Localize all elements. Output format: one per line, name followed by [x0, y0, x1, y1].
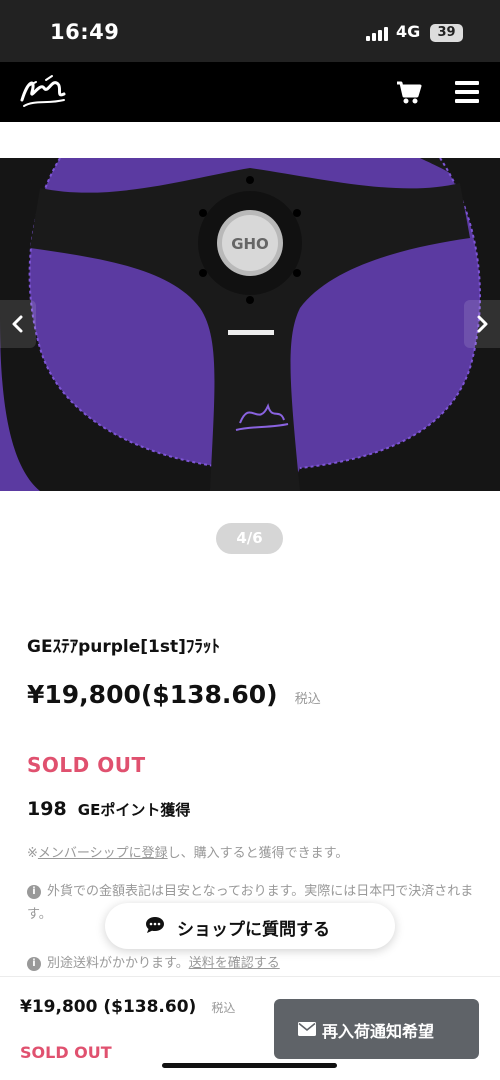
membership-note-suffix: し、購入すると獲得できます。	[167, 846, 349, 861]
mail-icon	[298, 1022, 316, 1036]
steering-wheel-image: GHO	[0, 158, 500, 491]
tax-label: 税込	[294, 692, 321, 707]
membership-note-prefix: ※	[27, 846, 38, 861]
contact-shop-button[interactable]: ショップに質問する	[105, 903, 395, 949]
bottom-price: ¥19,800 ($138.60)	[20, 997, 197, 1017]
price-row: ¥19,800($138.60) 税込	[27, 680, 321, 709]
carousel-next-button[interactable]	[464, 300, 500, 348]
bottom-tax-label: 税込	[211, 1001, 236, 1015]
chevron-right-icon	[477, 315, 488, 333]
shipping-note-text: 別途送料がかかります。	[47, 956, 189, 971]
sold-out-status: SOLD OUT	[27, 753, 146, 777]
shipping-link[interactable]: 送料を確認する	[189, 956, 280, 971]
hamburger-menu-icon[interactable]	[455, 81, 479, 103]
bottom-price-row: ¥19,800 ($138.60) 税込	[20, 997, 235, 1017]
info-icon: i	[27, 885, 41, 899]
restock-notify-label: 再入荷通知希望	[322, 1022, 435, 1041]
points-row: 198 GEポイント獲得	[27, 798, 190, 820]
chevron-left-icon	[12, 315, 23, 333]
bottom-sold-out-status: SOLD OUT	[20, 1043, 112, 1062]
network-label: 4G	[396, 22, 421, 41]
shipping-note: i 別途送料がかかります。送料を確認する	[27, 952, 280, 971]
status-time: 16:49	[50, 20, 120, 44]
battery-icon: 39	[430, 24, 463, 42]
product-image[interactable]: GHO	[0, 158, 500, 491]
cart-icon[interactable]	[396, 79, 422, 105]
membership-link[interactable]: メンバーシップに登録	[38, 846, 168, 861]
contact-shop-label: ショップに質問する	[177, 920, 330, 940]
product-title: GEｽﾃｱpurple[1st]ﾌﾗｯﾄ	[27, 637, 220, 657]
image-pager: 4/6	[216, 523, 283, 554]
points-label: GEポイント獲得	[77, 801, 191, 819]
logo[interactable]	[18, 70, 70, 114]
site-header	[0, 62, 500, 122]
carousel-prev-button[interactable]	[0, 300, 36, 348]
info-icon: i	[27, 957, 41, 971]
restock-notify-button[interactable]: 再入荷通知希望	[274, 999, 479, 1059]
signal-icon	[366, 27, 390, 41]
product-price: ¥19,800($138.60)	[27, 680, 278, 709]
points-value: 198	[27, 798, 67, 820]
chat-bubble-icon	[146, 917, 164, 933]
home-indicator	[162, 1063, 337, 1068]
status-bar: 16:49 4G 39	[0, 0, 500, 62]
svg-text:GHO: GHO	[231, 235, 269, 253]
membership-note: ※メンバーシップに登録し、購入すると獲得できます。	[27, 842, 348, 861]
